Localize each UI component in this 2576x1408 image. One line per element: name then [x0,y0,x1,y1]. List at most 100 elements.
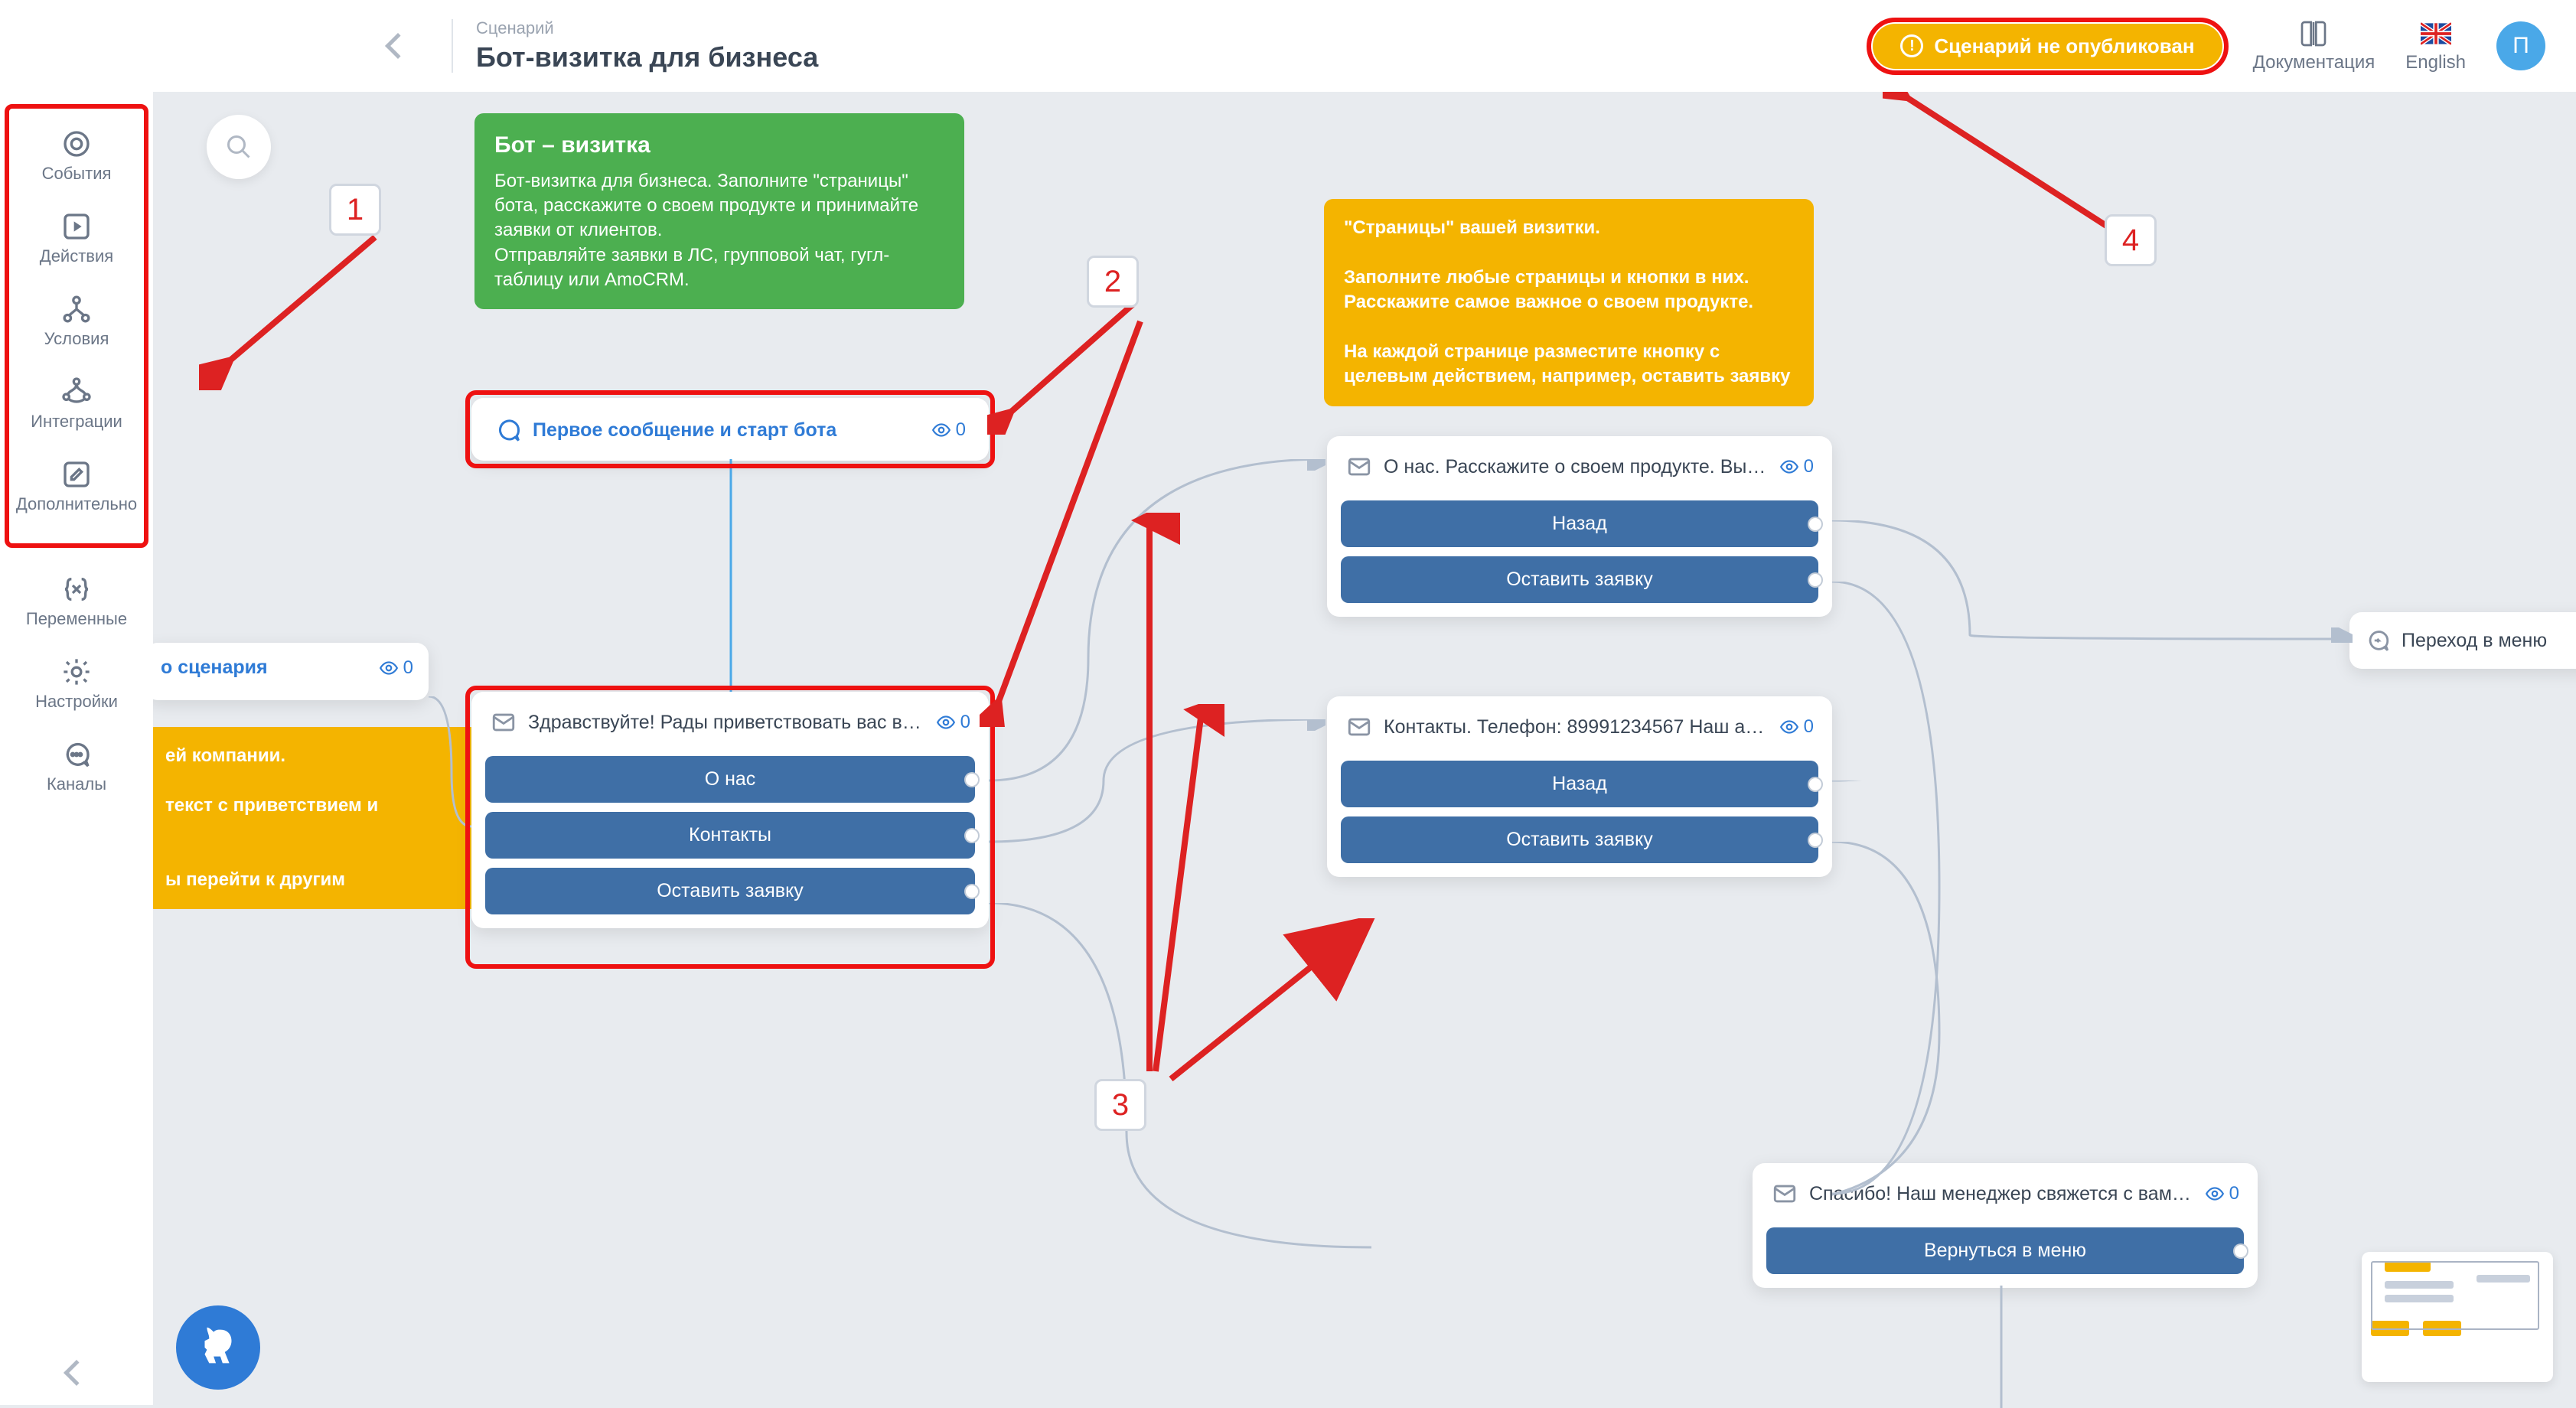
sidebar-item-channels[interactable]: Каналы [0,725,153,808]
divider [452,19,453,73]
views-count: 0 [2205,1183,2239,1204]
eye-icon [379,658,399,678]
connection-line [727,459,735,692]
card-title: Переход в меню [2402,630,2547,652]
views-count: 0 [1779,456,1814,477]
sidebar-item-actions[interactable]: Действия [0,197,153,280]
eye-icon [1779,457,1799,477]
connection-port[interactable] [966,774,978,786]
annotation-number-2: 2 [1087,256,1139,308]
connection-port[interactable] [1809,778,1821,790]
sidebar-item-conditions[interactable]: Условия [0,280,153,363]
card-title: о сценария [161,657,368,679]
eye-icon [936,712,956,732]
connection-line [989,719,1325,857]
mail-icon [490,709,517,736]
play-box-icon [61,211,92,242]
gear-icon [61,657,92,687]
eye-icon [931,420,951,440]
annotation-arrow-1 [199,230,398,390]
note-body: "Страницы" вашей визитки. Заполните любы… [1344,216,1794,389]
views-count: 0 [379,657,413,679]
card-button-back[interactable]: Назад [1341,500,1818,547]
connection-port[interactable] [2235,1245,2247,1257]
mail-icon [1771,1180,1798,1208]
views-count: 0 [1779,716,1814,738]
title-block: Сценарий Бот-визитка для бизнеса [476,18,818,73]
note-body: Бот-визитка для бизнеса. Заполните "стра… [494,169,944,293]
connection-line [989,903,1754,1362]
chevron-left-icon [385,33,411,59]
target-icon [61,129,92,159]
card-title: Первое сообщение и старт бота [533,419,921,442]
sidebar-item-variables[interactable]: Переменные [0,560,153,643]
breadcrumb: Сценарий [476,18,818,38]
note-green[interactable]: Бот – визитка Бот-визитка для бизнеса. З… [474,113,964,309]
chat-icon [61,739,92,770]
docs-link[interactable]: Документация [2253,18,2375,73]
help-mascot-button[interactable] [176,1305,260,1390]
connection-line [1997,1286,2005,1408]
mail-icon [1345,713,1373,741]
card-button-request[interactable]: Оставить заявку [485,868,975,914]
sidebar-item-additional[interactable]: Дополнительно [0,445,153,528]
card-hello[interactable]: Здравствуйте! Рады приветствовать вас в … [471,692,989,928]
branch-icon [61,294,92,324]
back-button[interactable] [367,15,429,77]
connection-port[interactable] [966,829,978,842]
variables-icon [61,574,92,605]
uk-flag-icon [2421,18,2451,49]
message-icon [494,416,522,444]
note-title: Бот – визитка [494,130,944,161]
connection-port[interactable] [1809,834,1821,846]
avatar[interactable]: П [2496,21,2545,70]
llama-icon [191,1321,245,1374]
card-start[interactable]: Первое сообщение и старт бота 0 [471,398,989,461]
annotation-number-4: 4 [2105,214,2157,266]
book-icon [2298,18,2329,49]
publish-status-pill[interactable]: ! Сценарий не опубликован [1873,24,2222,69]
note-yellow-pages[interactable]: "Страницы" вашей визитки. Заполните любы… [1324,199,1814,406]
card-button-request[interactable]: Оставить заявку [1341,556,1818,603]
views-count: 0 [936,712,970,733]
sidebar: События Действия Условия Интеграции Допо… [0,92,153,1405]
card-scenario-cut[interactable]: о сценария 0 [145,643,429,700]
sidebar-item-integrations[interactable]: Интеграции [0,363,153,445]
connection-line [1832,781,2353,826]
card-title: О нас. Расскажите о своем продукте. Вы м… [1384,456,1769,478]
connection-port[interactable] [1809,518,1821,530]
card-button-about[interactable]: О нас [485,756,975,803]
card-contacts[interactable]: Контакты. Телефон: 89991234567 Наш адр… … [1327,696,1832,877]
eye-icon [2205,1184,2225,1204]
annotation-box-4 [1867,18,2228,75]
mail-icon [1345,453,1373,481]
annotation-number-3: 3 [1094,1079,1146,1131]
search-button[interactable] [207,115,271,179]
card-about[interactable]: О нас. Расскажите о своем продукте. Вы м… [1327,436,1832,617]
card-button-request[interactable]: Оставить заявку [1341,816,1818,863]
search-icon [225,133,253,161]
annotation-arrow-2a [987,297,1156,435]
card-title: Контакты. Телефон: 89991234567 Наш адр… [1384,716,1769,738]
connection-port[interactable] [1809,574,1821,586]
sidebar-collapse-button[interactable] [0,1364,153,1382]
card-button-contacts[interactable]: Контакты [485,812,975,859]
eye-icon [1779,717,1799,737]
minimap[interactable] [2362,1252,2553,1382]
integration-icon [61,376,92,407]
connection-line [1832,842,2062,1270]
card-menu-jump[interactable]: Переход в меню [2349,612,2576,669]
language-switch[interactable]: English [2405,18,2466,73]
sidebar-item-events[interactable]: События [0,115,153,197]
chevron-left-icon [64,1360,90,1386]
views-count: 0 [931,419,966,441]
page-title: Бот-визитка для бизнеса [476,41,818,73]
connection-port[interactable] [966,885,978,898]
redirect-icon [2365,627,2391,653]
annotation-number-1: 1 [329,184,381,236]
card-title: Здравствуйте! Рады приветствовать вас в … [528,712,925,734]
canvas[interactable]: Бот – визитка Бот-визитка для бизнеса. З… [153,92,2576,1405]
sidebar-item-settings[interactable]: Настройки [0,643,153,725]
card-button-back[interactable]: Назад [1341,761,1818,807]
divider [31,543,122,545]
